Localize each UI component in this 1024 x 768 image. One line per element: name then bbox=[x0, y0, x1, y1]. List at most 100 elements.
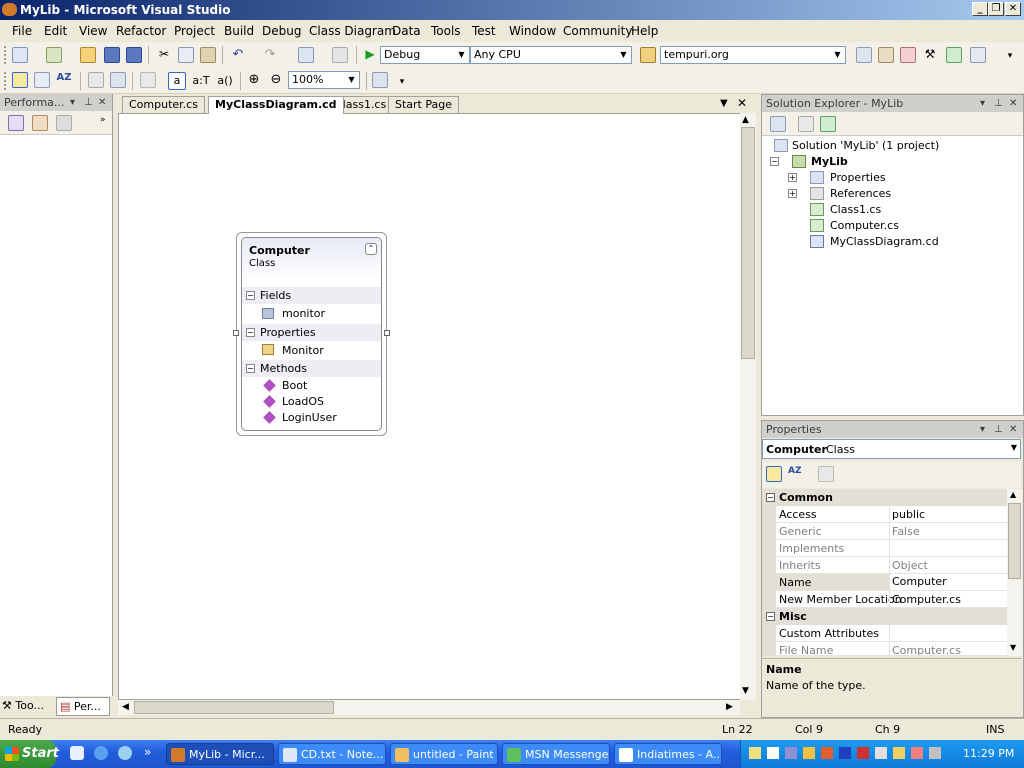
tree-computer-cs[interactable]: Computer.cs bbox=[830, 219, 899, 232]
attach-process-icon[interactable] bbox=[56, 115, 72, 131]
member-boot[interactable]: Boot bbox=[282, 379, 307, 392]
resize-handle-left[interactable] bbox=[233, 330, 239, 336]
restore-button[interactable]: ❐ bbox=[988, 2, 1004, 16]
horizontal-scroll-thumb[interactable] bbox=[134, 701, 334, 714]
zoom-in-icon[interactable]: ⊕ bbox=[246, 72, 262, 88]
section-methods[interactable]: − Methods bbox=[242, 360, 381, 377]
menu-view[interactable]: View bbox=[79, 24, 107, 38]
tab-myclassdiagram-cd[interactable]: MyClassDiagram.cd bbox=[208, 96, 344, 114]
tree-solution[interactable]: Solution 'MyLib' (1 project) bbox=[792, 139, 939, 152]
tray-app-icon[interactable] bbox=[857, 747, 869, 759]
task-indiatimes[interactable]: Indiatimes - A... bbox=[614, 743, 722, 765]
zoom-out-icon[interactable]: ⊖ bbox=[268, 72, 284, 88]
group-by-access-icon[interactable] bbox=[34, 72, 50, 88]
menu-debug[interactable]: Debug bbox=[262, 24, 301, 38]
property-value[interactable]: Computer.cs bbox=[892, 593, 961, 606]
window-position-icon[interactable]: ▾ bbox=[980, 95, 985, 112]
internet-explorer-icon[interactable] bbox=[94, 746, 108, 760]
collapse-icon[interactable]: ⌃ bbox=[365, 243, 377, 255]
menu-refactor[interactable]: Refactor bbox=[116, 24, 166, 38]
copy-icon[interactable] bbox=[178, 47, 194, 63]
property-row-file-name[interactable]: File Name Computer.cs bbox=[776, 642, 1007, 656]
tab-computer-cs[interactable]: Computer.cs bbox=[122, 96, 205, 113]
messenger-icon[interactable] bbox=[118, 746, 132, 760]
tray-app-icon[interactable] bbox=[821, 747, 833, 759]
show-all-files-icon[interactable] bbox=[798, 116, 814, 132]
panel-header[interactable]: Solution Explorer - MyLib ▾ ⊥ ✕ bbox=[762, 95, 1023, 112]
member-loginuser[interactable]: LoginUser bbox=[282, 411, 337, 424]
tab-toolbox[interactable]: ⚒ Too... bbox=[2, 699, 44, 712]
properties-icon[interactable] bbox=[770, 116, 786, 132]
tab-start-page[interactable]: Start Page bbox=[388, 96, 459, 113]
properties-window-icon[interactable] bbox=[878, 47, 894, 63]
member-monitor[interactable]: monitor bbox=[282, 307, 325, 320]
menu-file[interactable]: File bbox=[12, 24, 32, 38]
scroll-down-icon[interactable]: ▼ bbox=[1010, 643, 1016, 652]
window-position-icon[interactable]: ▾ bbox=[70, 94, 75, 111]
quicklaunch-more-icon[interactable]: » bbox=[144, 745, 151, 759]
new-performance-session-icon[interactable] bbox=[8, 115, 24, 131]
scroll-right-icon[interactable]: ▶ bbox=[726, 702, 733, 712]
add-class-icon[interactable] bbox=[88, 72, 104, 88]
section-properties[interactable]: − Properties bbox=[242, 324, 381, 341]
redo-icon[interactable]: ↷ bbox=[262, 47, 278, 63]
tree-myclassdiagram-cd[interactable]: MyClassDiagram.cd bbox=[830, 235, 939, 248]
panel-header[interactable]: Properties ▾ ⊥ ✕ bbox=[762, 421, 1023, 438]
panel-header[interactable]: Performa... ▾ ⊥ ✕ bbox=[0, 94, 112, 111]
menu-class-diagram[interactable]: Class Diagram bbox=[309, 24, 396, 38]
close-icon[interactable]: ✕ bbox=[1009, 95, 1017, 112]
category-misc[interactable]: − Misc bbox=[762, 608, 1007, 625]
property-row-generic[interactable]: Generic False bbox=[776, 523, 1007, 540]
class-details-icon[interactable] bbox=[372, 72, 388, 88]
expand-icon[interactable]: + bbox=[788, 189, 797, 198]
menu-build[interactable]: Build bbox=[224, 24, 254, 38]
network-icon[interactable] bbox=[785, 747, 797, 759]
add-item-icon[interactable] bbox=[46, 47, 62, 63]
property-row-custom-attributes[interactable]: Custom Attributes bbox=[776, 625, 1007, 642]
display-name-and-type-button[interactable]: a:T bbox=[190, 74, 212, 90]
task-msn-messenger[interactable]: MSN Messenger bbox=[502, 743, 610, 765]
solution-platform-select[interactable]: Any CPU ▼ bbox=[470, 46, 632, 64]
menu-community[interactable]: Community bbox=[563, 24, 632, 38]
task-visual-studio[interactable]: MyLib - Micr... bbox=[166, 743, 274, 765]
tree-references[interactable]: References bbox=[830, 187, 891, 200]
cut-icon[interactable]: ✂ bbox=[156, 47, 172, 63]
collapse-icon[interactable]: − bbox=[766, 493, 775, 502]
object-browser-icon[interactable] bbox=[900, 47, 916, 63]
display-full-signature-button[interactable]: a() bbox=[214, 74, 236, 90]
minimize-button[interactable]: _ bbox=[972, 2, 988, 16]
toolbar-grip[interactable] bbox=[4, 46, 8, 64]
close-icon[interactable]: ✕ bbox=[98, 94, 106, 111]
security-icon[interactable] bbox=[803, 747, 815, 759]
resize-handle-right[interactable] bbox=[384, 330, 390, 336]
start-button[interactable]: Start bbox=[0, 740, 59, 768]
toolbox-icon[interactable]: ⚒ bbox=[922, 47, 938, 63]
property-value[interactable]: public bbox=[892, 508, 925, 521]
refresh-icon[interactable] bbox=[820, 116, 836, 132]
clock[interactable]: 11:29 PM bbox=[963, 747, 1014, 760]
undo-icon[interactable]: ↶ bbox=[230, 47, 246, 63]
property-row-access[interactable]: Access public bbox=[776, 506, 1007, 523]
tree-project[interactable]: MyLib bbox=[811, 155, 848, 168]
scroll-thumb[interactable] bbox=[1008, 503, 1021, 579]
property-row-implements[interactable]: Implements bbox=[776, 540, 1007, 557]
close-document-icon[interactable]: ✕ bbox=[737, 96, 747, 110]
new-project-icon[interactable] bbox=[12, 47, 28, 63]
paste-icon[interactable] bbox=[200, 47, 216, 63]
scroll-up-icon[interactable]: ▲ bbox=[742, 115, 749, 125]
vertical-scrollbar[interactable]: ▲ ▼ bbox=[740, 113, 756, 700]
tray-app-icon[interactable] bbox=[911, 747, 923, 759]
window-position-icon[interactable]: ▾ bbox=[980, 421, 985, 438]
display-name-button[interactable]: a bbox=[168, 72, 186, 90]
layout-diagram-icon[interactable] bbox=[140, 72, 156, 88]
property-value[interactable]: Object bbox=[892, 559, 928, 572]
section-toggle-icon[interactable]: − bbox=[246, 364, 255, 373]
property-value[interactable]: Computer.cs bbox=[892, 644, 961, 655]
toolbar-options-icon[interactable]: ▾ bbox=[1002, 51, 1018, 67]
section-toggle-icon[interactable]: − bbox=[246, 291, 255, 300]
class-shape-computer[interactable]: Computer Class ⌃ − Fields monitor − Proper… bbox=[233, 232, 390, 436]
section-fields[interactable]: − Fields bbox=[242, 287, 381, 304]
scroll-left-icon[interactable]: ◀ bbox=[122, 702, 129, 712]
category-common[interactable]: − Common bbox=[762, 489, 1007, 506]
pin-icon[interactable]: ⊥ bbox=[994, 95, 1003, 112]
